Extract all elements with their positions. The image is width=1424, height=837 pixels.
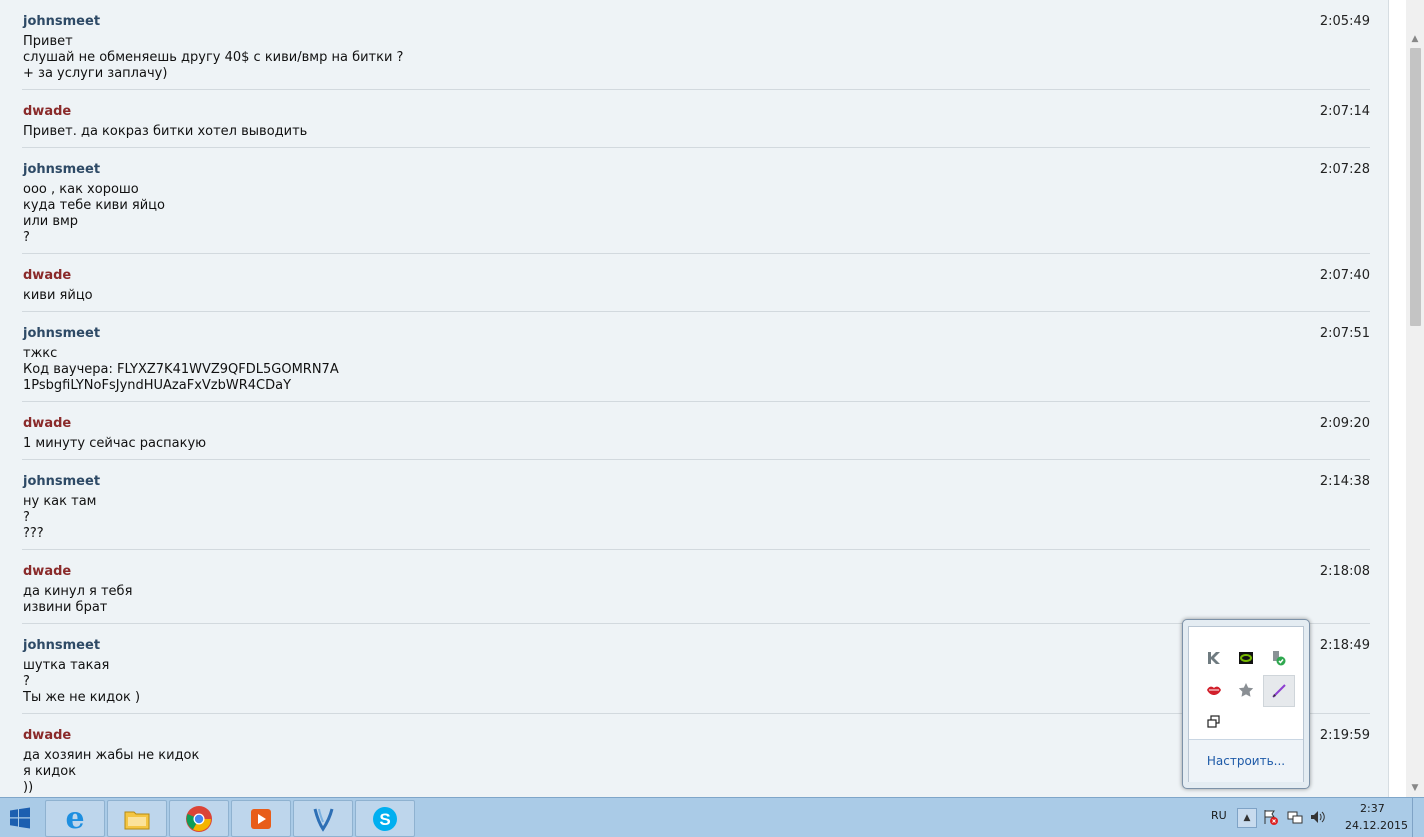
message-author[interactable]: dwade: [23, 728, 1370, 744]
taskbar-app[interactable]: [293, 800, 353, 837]
display-switch-icon[interactable]: [1203, 711, 1225, 733]
scroll-down-arrow-icon[interactable]: ▼: [1409, 783, 1421, 793]
message-text-line: киви яйцо: [23, 288, 93, 303]
message-text-line: ???: [23, 526, 44, 541]
message-text-line: или вмр: [23, 214, 79, 229]
chat-message: johnsmeet 2:14:38 ну как там????: [22, 460, 1370, 550]
message-text-line: слушай не обменяешь другу 40$ с киви/вмр…: [23, 50, 404, 65]
message-text-line: ?: [23, 674, 30, 689]
message-text-line: извини брат: [23, 600, 108, 615]
message-text-line: 1PsbgfiLYNoFsJyndHUAzaFxVzbWR4CDaY: [23, 378, 292, 393]
message-text-line: Код ваучера: FLYXZ7K41WVZ9QFDL5GOMRN7A: [23, 362, 339, 377]
message-timestamp: 2:05:49: [1319, 14, 1370, 29]
taskbar-media-player[interactable]: [231, 800, 291, 837]
show-hidden-icons-button[interactable]: ▲: [1237, 808, 1257, 828]
message-text-line: + за услуги заплачу): [23, 66, 168, 81]
clock-date[interactable]: 24.12.2015: [1345, 819, 1408, 832]
message-text-line: Привет: [23, 34, 73, 49]
message-author[interactable]: johnsmeet: [23, 14, 1370, 30]
folder-icon: [124, 811, 150, 829]
message-text-line: Привет. да кокраз битки хотел выводить: [23, 124, 308, 139]
language-indicator[interactable]: RU: [1211, 809, 1227, 822]
lips-icon[interactable]: [1203, 679, 1225, 701]
scrollbar-thumb[interactable]: [1410, 48, 1421, 326]
pen-icon[interactable]: [1263, 675, 1295, 707]
message-text-line: ооо , как хорошо: [23, 182, 139, 197]
taskbar-file-explorer[interactable]: [107, 800, 167, 837]
windows-logo-icon: [10, 807, 30, 828]
chrome-icon: [186, 805, 212, 832]
message-timestamp: 2:07:28: [1319, 162, 1370, 177]
chat-message: johnsmeet 2:05:49 Привет слушай не обменяеш…: [22, 0, 1370, 90]
message-text-line: куда тебе киви яйцо: [23, 198, 165, 213]
taskbar-chrome[interactable]: [169, 800, 229, 837]
message-text-line: ну как там: [23, 494, 97, 509]
message-text-line: я кидок: [23, 764, 77, 779]
message-text-line: )): [23, 780, 34, 795]
message-timestamp: 2:07:40: [1319, 268, 1370, 283]
message-author[interactable]: johnsmeet: [23, 474, 1370, 490]
start-button[interactable]: [0, 798, 40, 837]
volume-icon[interactable]: [1309, 808, 1327, 826]
scroll-up-arrow-icon[interactable]: ▲: [1409, 34, 1421, 44]
network-icon[interactable]: [1286, 808, 1304, 826]
internet-explorer-icon: e: [65, 800, 85, 836]
message-timestamp: 2:18:08: [1319, 564, 1370, 579]
kaspersky-icon[interactable]: [1203, 647, 1225, 669]
svg-text:S: S: [379, 810, 390, 829]
message-author[interactable]: dwade: [23, 268, 1370, 284]
chat-message: dwade 2:09:20 1 минуту сейчас распакую: [22, 402, 1370, 460]
message-author[interactable]: dwade: [23, 416, 1370, 432]
chat-message: johnsmeet 2:07:28 ооо , как хорошо куда теб…: [22, 148, 1370, 254]
message-author[interactable]: johnsmeet: [23, 162, 1370, 178]
message-author[interactable]: johnsmeet: [23, 638, 1370, 654]
message-timestamp: 2:18:49: [1319, 638, 1370, 653]
vertical-scrollbar[interactable]: [1406, 0, 1424, 797]
skype-icon: S: [373, 806, 397, 831]
message-text-line: Ты же не кидок ): [23, 690, 141, 705]
usb-safe-remove-icon[interactable]: [1267, 647, 1289, 669]
app-logo-icon: [313, 808, 334, 832]
star-icon[interactable]: [1235, 679, 1257, 701]
nvidia-icon[interactable]: [1235, 647, 1257, 669]
action-center-flag-icon[interactable]: [1262, 808, 1280, 826]
message-author[interactable]: dwade: [23, 564, 1370, 580]
message-text-line: ?: [23, 230, 30, 245]
taskbar-internet-explorer[interactable]: e: [45, 800, 105, 837]
tray-overflow-popup: Настроить...: [1182, 619, 1310, 789]
message-author[interactable]: dwade: [23, 104, 1370, 120]
message-text-line: 1 минуту сейчас распакую: [23, 436, 207, 451]
taskbar-skype[interactable]: S: [355, 800, 415, 837]
chat-message: dwade 2:19:59 да хозяин жабы не кидок я кид…: [22, 714, 1370, 797]
message-text-line: шутка такая: [23, 658, 110, 673]
show-desktop-button[interactable]: [1412, 798, 1424, 837]
message-timestamp: 2:14:38: [1319, 474, 1370, 489]
chat-message: johnsmeet 2:18:49 шутка такая? Ты же не кид…: [22, 624, 1370, 714]
tray-configure-link[interactable]: Настроить...: [1189, 739, 1303, 782]
chat-message: johnsmeet 2:07:51 тжкс Код ваучера: FLYXZ7K…: [22, 312, 1370, 402]
media-player-icon: [251, 808, 271, 829]
clock-time[interactable]: 2:37: [1360, 802, 1385, 815]
message-text-line: да хозяин жабы не кидок: [23, 748, 200, 763]
message-text-line: ?: [23, 510, 30, 525]
message-text-line: да кинул я тебя: [23, 584, 133, 599]
chat-message: dwade 2:07:40 киви яйцо: [22, 254, 1370, 312]
message-timestamp: 2:07:14: [1319, 104, 1370, 119]
message-author[interactable]: johnsmeet: [23, 326, 1370, 342]
message-timestamp: 2:07:51: [1319, 326, 1370, 341]
chat-message: dwade 2:18:08 да кинул я тебя извини брат: [22, 550, 1370, 624]
message-text-line: тжкс: [23, 346, 58, 361]
chat-message: dwade 2:07:14 Привет. да кокраз битки хоте…: [22, 90, 1370, 148]
taskbar: e S RU ▲ 2:37 24.12.2015: [0, 797, 1424, 837]
message-timestamp: 2:09:20: [1319, 416, 1370, 431]
chat-history-panel: johnsmeet 2:05:49 Привет слушай не обменяеш…: [0, 0, 1389, 797]
message-timestamp: 2:19:59: [1319, 728, 1370, 743]
